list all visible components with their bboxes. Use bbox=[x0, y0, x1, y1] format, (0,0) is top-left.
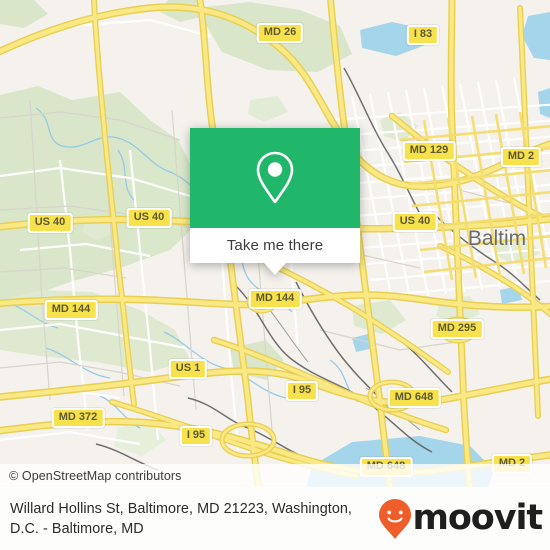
road-shield: US 40 bbox=[392, 212, 438, 232]
map-pin-icon bbox=[256, 151, 294, 204]
footer-bar: Willard Hollins St, Baltimore, MD 21223,… bbox=[0, 487, 550, 550]
road-shield-label: US 40 bbox=[133, 211, 165, 223]
address-line-2: D.C. - Baltimore, MD bbox=[10, 520, 144, 537]
road-shield-label: US 40 bbox=[399, 215, 431, 227]
osm-attribution-text[interactable]: © OpenStreetMap contributors bbox=[0, 469, 182, 483]
road-shield-label: US 1 bbox=[175, 362, 201, 374]
road-shield-label: I 95 bbox=[292, 384, 312, 396]
road-shield-label: I 83 bbox=[413, 28, 433, 40]
road-shield: US 1 bbox=[168, 359, 208, 379]
road-shield: I 95 bbox=[285, 381, 319, 401]
take-me-there-label: Take me there bbox=[226, 237, 324, 254]
road-shield: MD 648 bbox=[387, 388, 441, 408]
road-shield-label: MD 144 bbox=[51, 303, 91, 315]
road-shield: MD 372 bbox=[51, 408, 105, 428]
road-shield-label: MD 2 bbox=[507, 150, 535, 162]
address-block: Willard Hollins St, Baltimore, MD 21223,… bbox=[0, 499, 378, 539]
road-shield: MD 26 bbox=[256, 23, 304, 43]
address-line-1: Willard Hollins St, Baltimore, MD 21223,… bbox=[10, 500, 352, 517]
road-shield-label: MD 648 bbox=[394, 391, 434, 403]
place-card-footer[interactable]: Take me there bbox=[190, 228, 360, 263]
road-shield-label: I 95 bbox=[186, 429, 206, 441]
place-card-header bbox=[190, 128, 360, 228]
road-shield-label: MD 372 bbox=[58, 411, 98, 423]
road-shield: US 40 bbox=[27, 213, 73, 233]
road-shield: I 95 bbox=[179, 426, 213, 446]
map-attribution-bar: © OpenStreetMap contributors bbox=[0, 464, 550, 488]
road-shield-label: MD 144 bbox=[255, 292, 295, 304]
place-card-tail bbox=[264, 263, 286, 275]
moovit-pin-icon bbox=[379, 498, 412, 539]
road-shield: MD 295 bbox=[430, 319, 484, 339]
moovit-map-screenshot: Baltim MD 26 I 83 MD 129 MD 2 US 40 US 40 US 4… bbox=[0, 0, 550, 550]
road-shield-label: US 40 bbox=[34, 216, 66, 228]
road-shield: I 83 bbox=[406, 25, 440, 45]
road-shield-label: MD 295 bbox=[437, 322, 477, 334]
road-shield: US 40 bbox=[126, 208, 172, 228]
road-shield: MD 144 bbox=[248, 289, 302, 309]
place-card[interactable]: Take me there bbox=[190, 128, 360, 275]
road-shield-label: MD 26 bbox=[263, 26, 297, 38]
moovit-wordmark: moovit bbox=[412, 498, 543, 538]
road-shield: MD 129 bbox=[402, 141, 456, 161]
road-shield: MD 2 bbox=[500, 147, 542, 167]
moovit-logo[interactable]: moovit bbox=[378, 498, 550, 540]
road-shield-label: MD 129 bbox=[409, 144, 449, 156]
road-shield: MD 144 bbox=[44, 300, 98, 320]
